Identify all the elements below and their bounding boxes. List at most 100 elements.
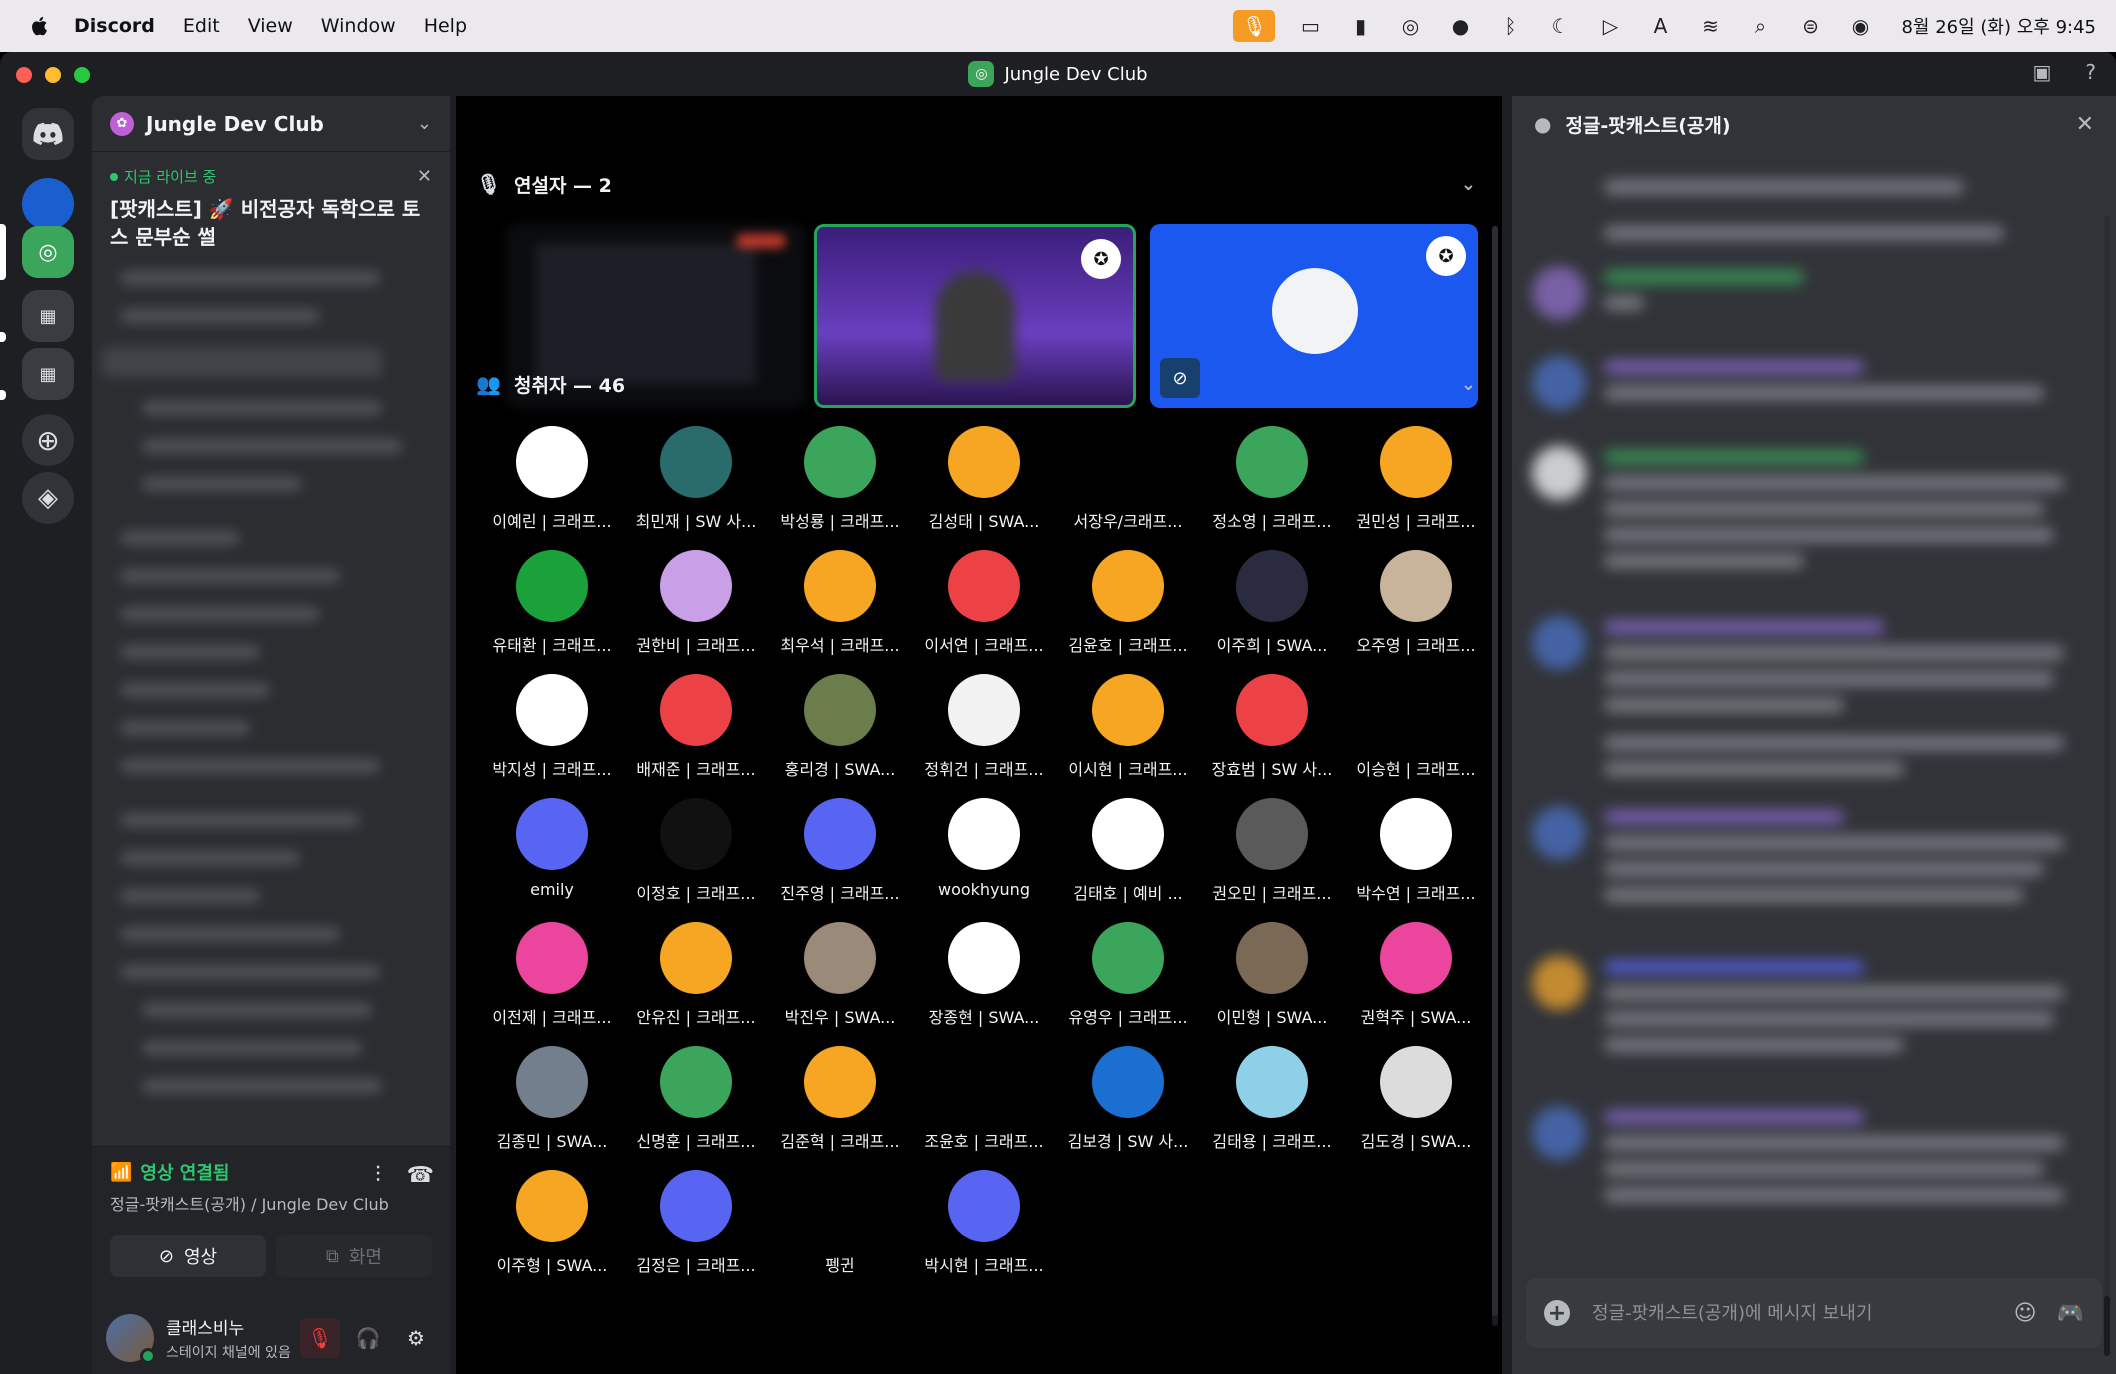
glasses-icon[interactable]: ◎ — [1395, 12, 1425, 40]
display-icon[interactable]: ▭ — [1295, 12, 1325, 40]
battery-icon[interactable]: ▮ — [1345, 12, 1375, 40]
audience-member[interactable]: 서장우/크래프... — [1056, 426, 1200, 536]
close-icon[interactable]: ✕ — [2076, 112, 2094, 137]
audience-member[interactable]: 정소영 | 크래프... — [1200, 426, 1344, 536]
noise-suppression-icon[interactable]: ⫶ — [375, 1163, 381, 1188]
disconnect-call-icon[interactable]: ☎ — [407, 1163, 434, 1188]
menu-view[interactable]: View — [248, 15, 293, 37]
audience-member[interactable]: 유영우 | 크래프... — [1056, 922, 1200, 1032]
audience-member[interactable]: 장종현 | SWA... — [912, 922, 1056, 1032]
menu-window[interactable]: Window — [321, 15, 396, 37]
chevron-down-icon[interactable]: ⌄ — [1461, 374, 1476, 395]
audience-member[interactable]: 오주영 | 크래프... — [1344, 550, 1488, 660]
close-window-button[interactable] — [16, 67, 32, 83]
spotlight-search-icon[interactable]: ⌕ — [1745, 12, 1775, 40]
audience-member[interactable]: 박시현 | 크래프... — [912, 1170, 1056, 1280]
voice-channel-path[interactable]: 정글-팟캐스트(공개) / Jungle Dev Club — [110, 1191, 432, 1215]
audience-member[interactable]: wookhyung — [912, 798, 1056, 908]
menu-app-discord[interactable]: Discord — [74, 15, 155, 37]
audience-member[interactable]: 김준혁 | 크래프... — [768, 1046, 912, 1156]
audience-member[interactable]: 이예린 | 크래프... — [480, 426, 624, 536]
audience-member[interactable]: 이전제 | 크래프... — [480, 922, 624, 1032]
audience-member[interactable]: emily — [480, 798, 624, 908]
stage-scrollbar[interactable] — [1492, 226, 1498, 1326]
audience-member[interactable]: 펭귄 — [768, 1170, 912, 1280]
audience-member[interactable]: 김보경 | SW 사... — [1056, 1046, 1200, 1156]
username[interactable]: 클래스비누 — [166, 1314, 300, 1339]
audience-section-header[interactable]: 👥 청취자 — 46 ⌄ — [476, 364, 1476, 404]
mic-in-use-icon[interactable]: 🎙 — [1233, 10, 1276, 42]
audience-member[interactable]: 정휘건 | 크래프... — [912, 674, 1056, 784]
audience-member[interactable]: 권오민 | 크래프... — [1200, 798, 1344, 908]
audience-member[interactable]: 배재준 | 크래프... — [624, 674, 768, 784]
chevron-down-icon[interactable]: ⌄ — [1461, 174, 1476, 195]
audience-member[interactable]: 이민형 | SWA... — [1200, 922, 1344, 1032]
menu-help[interactable]: Help — [424, 15, 467, 37]
chat-bubble-icon[interactable]: ● — [1445, 12, 1475, 40]
mute-mic-button[interactable]: 🎙 — [300, 1318, 340, 1358]
chevron-down-icon[interactable]: ⌄ — [417, 113, 432, 134]
audience-member[interactable]: 이주희 | SWA... — [1200, 550, 1344, 660]
wifi-icon[interactable]: ≋ — [1695, 12, 1725, 40]
audience-member[interactable]: 홍리경 | SWA... — [768, 674, 912, 784]
audience-member[interactable]: 최민재 | SW 사... — [624, 426, 768, 536]
audience-member[interactable]: 진주영 | 크래프... — [768, 798, 912, 908]
audience-member[interactable]: 박수연 | 크래프... — [1344, 798, 1488, 908]
audience-member[interactable]: 조윤호 | 크래프... — [912, 1046, 1056, 1156]
audience-member[interactable]: 권민성 | 크래프... — [1344, 426, 1488, 536]
server-icon-1[interactable] — [22, 178, 74, 230]
bluetooth-icon[interactable]: ᛒ — [1495, 12, 1525, 40]
discover-button[interactable]: ◈ — [22, 472, 74, 524]
audience-member[interactable]: 김종민 | SWA... — [480, 1046, 624, 1156]
live-banner[interactable]: 지금 라이브 중 [팟캐스트] 🚀 비전공자 독학으로 토스 문부순 썰 ✕ — [92, 152, 450, 261]
audience-member[interactable]: 최우석 | 크래프... — [768, 550, 912, 660]
server-header[interactable]: ✿ Jungle Dev Club ⌄ — [92, 96, 450, 152]
minimize-window-button[interactable] — [45, 67, 61, 83]
inbox-icon[interactable]: ▣ — [2032, 60, 2051, 84]
do-not-disturb-icon[interactable]: ☾ — [1545, 12, 1575, 40]
audience-member[interactable]: 권혁주 | SWA... — [1344, 922, 1488, 1032]
emoji-icon[interactable]: ☺ — [2014, 1301, 2037, 1326]
server-folder-1[interactable]: ▦ — [22, 290, 74, 342]
audience-member[interactable]: 신명훈 | 크래프... — [624, 1046, 768, 1156]
help-icon[interactable]: ? — [2085, 60, 2096, 84]
audience-member[interactable]: 권한비 | 크래프... — [624, 550, 768, 660]
audience-member[interactable]: 김정은 | 크래프... — [624, 1170, 768, 1280]
menu-clock[interactable]: 8월 26일 (화) 오후 9:45 — [1901, 13, 2096, 39]
video-toggle-button[interactable]: ⊘ 영상 — [110, 1235, 266, 1277]
speakers-section-header[interactable]: 🎙 연설자 — 2 ⌄ — [476, 164, 1476, 204]
avatar[interactable] — [106, 1314, 156, 1364]
audience-member[interactable]: 이시현 | 크래프... — [1056, 674, 1200, 784]
audience-member[interactable]: 이승현 | 크래프... — [1344, 674, 1488, 784]
play-icon[interactable]: ▷ — [1595, 12, 1625, 40]
menu-edit[interactable]: Edit — [183, 15, 220, 37]
gamepad-icon[interactable]: 🎮 — [2057, 1301, 2084, 1326]
attach-plus-icon[interactable]: + — [1544, 1300, 1570, 1326]
screen-share-button[interactable]: ⧉ 화면 — [276, 1235, 432, 1277]
apple-logo-icon[interactable] — [28, 14, 52, 38]
voice-status[interactable]: 영상 연결됨 — [140, 1159, 229, 1185]
discord-home-button[interactable] — [22, 108, 74, 160]
control-center-icon[interactable]: ⊜ — [1795, 12, 1825, 40]
message-input[interactable] — [1592, 1302, 1994, 1324]
zoom-window-button[interactable] — [74, 67, 90, 83]
server-folder-2[interactable]: ▦ — [22, 348, 74, 400]
siri-icon[interactable]: ◉ — [1845, 12, 1875, 40]
audience-member[interactable]: 유태환 | 크래프... — [480, 550, 624, 660]
audience-member[interactable]: 김태호 | 예비 ... — [1056, 798, 1200, 908]
audience-member[interactable]: 이서연 | 크래프... — [912, 550, 1056, 660]
audience-member[interactable]: 김도경 | SWA... — [1344, 1046, 1488, 1156]
add-server-button[interactable]: ⊕ — [22, 414, 74, 466]
chat-scrollbar[interactable] — [2104, 216, 2110, 1356]
audience-member[interactable]: 김성태 | SWA... — [912, 426, 1056, 536]
server-icon-jungle-dev-club[interactable]: ◎ — [22, 226, 74, 278]
close-icon[interactable]: ✕ — [417, 166, 432, 187]
live-event-title[interactable]: [팟캐스트] 🚀 비전공자 독학으로 토스 문부순 썰 — [110, 195, 430, 251]
deafen-button[interactable]: 🎧 — [348, 1318, 388, 1358]
audience-member[interactable]: 안유진 | 크래프... — [624, 922, 768, 1032]
audience-member[interactable]: 장효범 | SW 사... — [1200, 674, 1344, 784]
audience-member[interactable]: 김태용 | 크래프... — [1200, 1046, 1344, 1156]
audience-member[interactable]: 박성룡 | 크래프... — [768, 426, 912, 536]
audience-member[interactable]: 박진우 | SWA... — [768, 922, 912, 1032]
user-settings-button[interactable]: ⚙ — [396, 1318, 436, 1358]
